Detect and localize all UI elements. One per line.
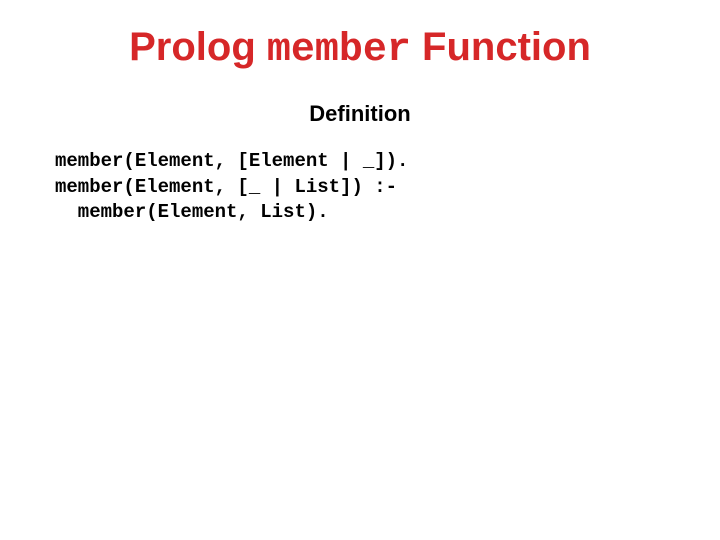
code-definition: member(Element, [Element | _]). member(E… (55, 149, 665, 226)
title-word-prolog: Prolog (129, 25, 267, 69)
slide-title: Prolog member Function (55, 25, 665, 73)
slide-container: Prolog member Function Definition member… (0, 0, 720, 540)
title-word-member: member (267, 28, 411, 73)
title-word-function: Function (411, 25, 591, 69)
slide-subtitle: Definition (55, 101, 665, 127)
